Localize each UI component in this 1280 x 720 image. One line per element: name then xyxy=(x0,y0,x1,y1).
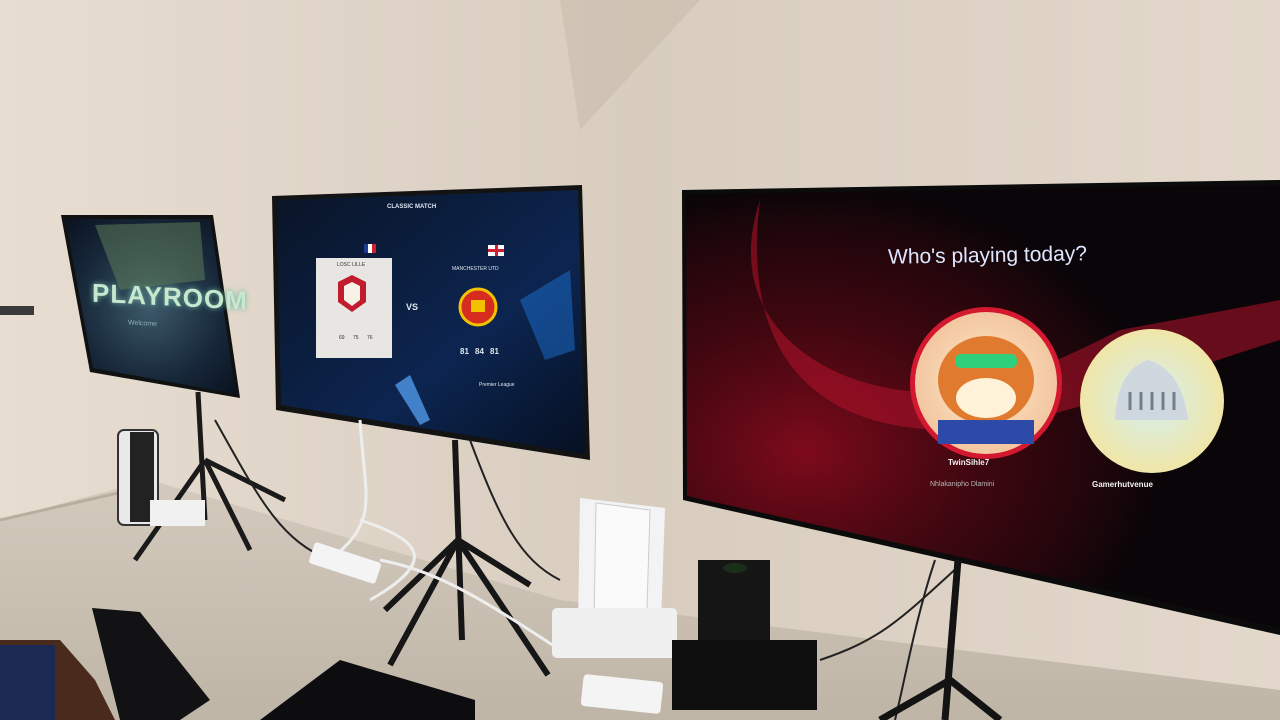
playroom-title: PLAYROOM xyxy=(92,277,248,316)
profile-1-gamertag[interactable]: TwinSihle7 xyxy=(948,458,989,467)
home-team-stat-2: 75 xyxy=(353,335,359,341)
whos-playing-title: Who's playing today? xyxy=(887,242,1088,269)
league-name: Premier League xyxy=(479,382,515,388)
left-tv-content: PLAYROOM Welcome xyxy=(62,216,248,407)
profile-1-real-name: Nhlakanipho Dlamini xyxy=(930,481,995,488)
avatar-twinsihle7-icon xyxy=(910,307,1062,459)
away-team-stat-3: 81 xyxy=(490,347,499,356)
away-team-name: MANCHESTER UTD xyxy=(452,266,499,272)
middle-tv-content: CLASSIC MATCH LOSC LILLE 69 75 76 VS MAN… xyxy=(277,190,583,452)
classic-match-header: CLASSIC MATCH xyxy=(387,204,437,210)
home-team-stat-3: 76 xyxy=(367,335,373,341)
away-team-stat-2: 84 xyxy=(475,347,484,356)
vs-label: VS xyxy=(406,302,419,312)
home-team-stat-1: 69 xyxy=(339,335,345,341)
away-team-stat-1: 81 xyxy=(460,347,469,356)
avatar-gamerhutvenue-icon xyxy=(1080,329,1224,473)
wall-shelf xyxy=(0,306,34,315)
home-team-name: LOSC LILLE xyxy=(337,262,366,268)
profile-2-gamertag[interactable]: Gamerhutvenue xyxy=(1092,480,1153,489)
playroom-subtitle: Welcome xyxy=(128,319,158,328)
